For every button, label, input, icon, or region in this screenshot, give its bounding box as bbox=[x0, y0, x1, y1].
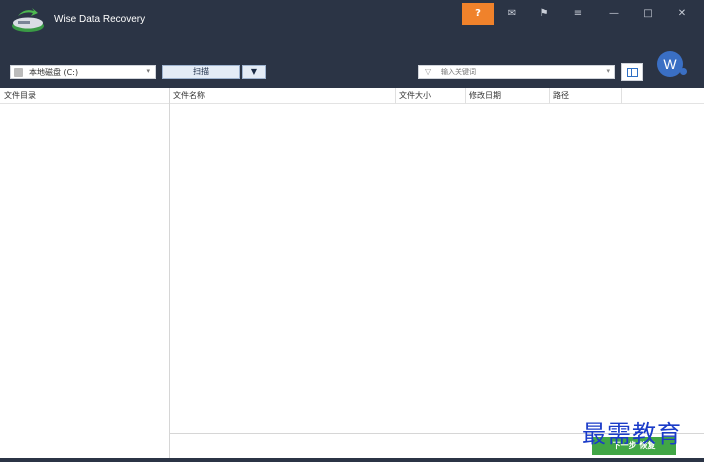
drive-select[interactable]: 本地磁盘 (C:) ▾ bbox=[10, 65, 156, 79]
column-header-path[interactable]: 路径 bbox=[550, 88, 622, 104]
chevron-down-icon[interactable]: ▾ bbox=[606, 67, 610, 75]
chevron-down-icon: ▾ bbox=[146, 67, 150, 75]
help-button[interactable]: ? bbox=[462, 3, 494, 25]
directory-pane: 文件目录 bbox=[0, 88, 170, 458]
title-bar: Wise Data Recovery ? ✉ ⚑ ≡ — □ ✕ bbox=[0, 0, 704, 38]
minimize-button[interactable]: — bbox=[598, 3, 630, 25]
toolbar: 本地磁盘 (C:) ▾ 扫描 ▼ ▽ ▾ W bbox=[0, 38, 704, 88]
avatar-badge bbox=[680, 68, 687, 75]
menu-icon[interactable]: ≡ bbox=[562, 3, 594, 25]
scan-options-button[interactable]: ▼ bbox=[242, 65, 266, 79]
panel-icon bbox=[627, 68, 638, 77]
column-header-size[interactable]: 文件大小 bbox=[396, 88, 466, 104]
drive-select-value: 本地磁盘 (C:) bbox=[29, 68, 79, 77]
file-list-pane: 文件名称 文件大小 修改日期 路径 bbox=[170, 88, 704, 458]
close-button[interactable]: ✕ bbox=[666, 3, 698, 25]
mail-icon[interactable]: ✉ bbox=[496, 3, 528, 25]
maximize-button[interactable]: □ bbox=[632, 3, 664, 25]
flag-icon[interactable]: ⚑ bbox=[528, 3, 560, 25]
watermark: 最需教育 bbox=[582, 420, 682, 448]
preview-panel-button[interactable] bbox=[621, 63, 643, 81]
search-box[interactable]: ▽ ▾ bbox=[418, 65, 615, 79]
search-input[interactable] bbox=[441, 66, 601, 78]
bottom-bar bbox=[0, 458, 704, 462]
filter-icon: ▽ bbox=[425, 67, 432, 76]
drive-icon bbox=[14, 68, 23, 77]
app-title: Wise Data Recovery bbox=[54, 14, 146, 25]
column-header-date[interactable]: 修改日期 bbox=[466, 88, 550, 104]
directory-header: 文件目录 bbox=[0, 88, 169, 104]
column-header-name[interactable]: 文件名称 bbox=[170, 88, 396, 104]
avatar[interactable]: W bbox=[657, 51, 683, 77]
scan-button[interactable]: 扫描 bbox=[162, 65, 240, 79]
app-logo-icon bbox=[12, 8, 44, 32]
column-header-filler bbox=[622, 88, 704, 104]
